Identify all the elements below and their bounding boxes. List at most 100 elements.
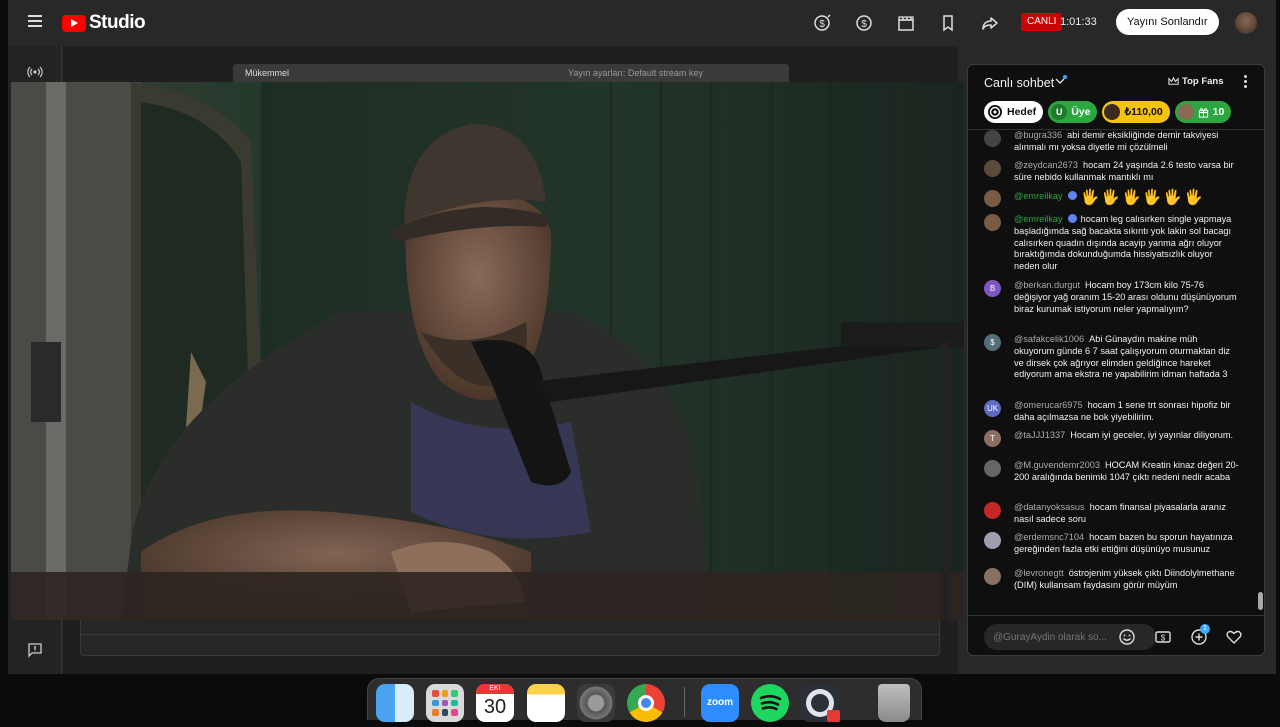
- chat-author[interactable]: @berkan.durgut: [1014, 280, 1080, 290]
- chat-author[interactable]: @zeydcan2673: [1014, 160, 1078, 170]
- calendar-icon[interactable]: EKİ 30: [476, 684, 514, 722]
- chat-message[interactable]: @emreilkay hocam leg calısırken single ya…: [984, 214, 1240, 273]
- member-chip[interactable]: U Üye: [1048, 101, 1098, 123]
- logo-text: Studio: [89, 12, 146, 33]
- chat-message-body: @emreilkay 🖐🖐🖐🖐🖐🖐: [1014, 190, 1240, 205]
- stream-health-status: Mükemmel: [245, 68, 290, 78]
- chat-author[interactable]: @erdemsnc7104: [1014, 532, 1084, 542]
- live-broadcast-icon[interactable]: [27, 64, 43, 80]
- gifts-chip[interactable]: 10: [1174, 101, 1232, 123]
- chat-message[interactable]: @emreilkay 🖐🖐🖐🖐🖐🖐: [984, 190, 1240, 207]
- zoom-icon[interactable]: zoom: [701, 684, 739, 722]
- notification-dot: [1063, 75, 1067, 79]
- chat-scrollbar[interactable]: [1258, 592, 1263, 610]
- end-stream-button[interactable]: Yayını Sonlandır: [1116, 9, 1219, 35]
- clapperboard-icon[interactable]: [896, 13, 916, 33]
- goal-chip[interactable]: Hedef: [984, 101, 1044, 123]
- svg-text:$: $: [819, 19, 825, 30]
- notes-icon[interactable]: [527, 684, 565, 722]
- share-icon[interactable]: [980, 13, 1000, 33]
- member-icon: U: [1051, 104, 1068, 120]
- chat-avatar[interactable]: B: [984, 280, 1001, 297]
- chat-message[interactable]: @M.guvendemr2003 HOCAM Kreatin kinaz değe…: [984, 460, 1240, 484]
- stream-details-panel: [80, 620, 940, 656]
- chat-input-area: $ 1: [968, 615, 1264, 655]
- chat-message[interactable]: @zeydcan2673 hocam 24 yaşında 2.6 testo v…: [984, 160, 1240, 184]
- chat-message-body: @berkan.durgut Hocam boy 173cm kilo 75-76…: [1014, 280, 1240, 315]
- chat-avatar[interactable]: UK: [984, 400, 1001, 417]
- menu-icon[interactable]: [28, 15, 42, 27]
- svg-text:$: $: [1161, 634, 1166, 643]
- live-chat-panel: Canlı sohbet Top Fans Hedef U Üye ₺110,0…: [967, 64, 1265, 656]
- chat-message-body: @omerucar6975 hocam 1 sene trt sonrası hi…: [1014, 400, 1240, 424]
- feedback-icon[interactable]: [27, 642, 43, 658]
- chat-message-body: @erdemsnc7104 hocam bazen bu sporun hayat…: [1014, 532, 1240, 556]
- chat-title[interactable]: Canlı sohbet: [984, 76, 1054, 90]
- chat-author[interactable]: @bugra336: [1014, 130, 1062, 140]
- studio-logo[interactable]: Studio: [62, 12, 146, 34]
- chat-avatar[interactable]: [984, 214, 1001, 231]
- macos-dock: EKİ 30 zoom: [367, 678, 922, 722]
- chat-message-body: @emreilkay hocam leg calısırken single ya…: [1014, 214, 1240, 273]
- obs-icon[interactable]: [801, 684, 840, 722]
- chat-avatar[interactable]: $: [984, 334, 1001, 351]
- chat-message[interactable]: @levronegtt östrojenim yüksek çıktı Diind…: [984, 568, 1240, 592]
- launchpad-icon[interactable]: [426, 684, 464, 722]
- gift-icon: [1198, 107, 1208, 118]
- chat-message[interactable]: @datanyoksasus hocam finansal piyasalarla…: [984, 502, 1240, 526]
- chat-avatar[interactable]: [984, 190, 1001, 207]
- chat-text: Hocam iyi geceler, iyi yayınlar diliyoru…: [1070, 430, 1234, 440]
- super-chat-send-icon[interactable]: $: [1154, 628, 1172, 646]
- chat-message[interactable]: T @taJJJ1337 Hocam iyi geceler, iyi yayınl…: [984, 430, 1240, 447]
- bookmark-icon[interactable]: [938, 13, 958, 33]
- chat-author[interactable]: @emreilkay: [1014, 191, 1063, 201]
- super-chat-chip[interactable]: ₺110,00: [1102, 101, 1170, 123]
- trash-icon[interactable]: [878, 684, 910, 722]
- add-reaction-icon[interactable]: 1: [1190, 624, 1210, 646]
- video-preview[interactable]: [11, 82, 964, 620]
- chat-avatar[interactable]: [984, 460, 1001, 477]
- top-bar: Studio $ $ CANLI 1:01:33 Yayını Sonlandı…: [8, 0, 1276, 46]
- dock-separator: [684, 687, 685, 717]
- chat-avatar[interactable]: [984, 568, 1001, 585]
- chat-author[interactable]: @M.guvendemr2003: [1014, 460, 1100, 470]
- member-badge-icon: [1067, 191, 1077, 200]
- emoji-icon[interactable]: [1118, 628, 1136, 646]
- more-options-icon[interactable]: [1241, 75, 1249, 89]
- super-chat-icon[interactable]: $: [854, 13, 874, 33]
- spotify-icon[interactable]: [751, 684, 789, 722]
- target-icon: [988, 105, 1002, 119]
- chat-message[interactable]: $ @safakcelik1006 Abi Günaydın makine müh …: [984, 334, 1240, 381]
- chat-author[interactable]: @emreilkay: [1014, 214, 1063, 224]
- youtube-studio-window: Studio $ $ CANLI 1:01:33 Yayını Sonlandı…: [8, 0, 1276, 674]
- live-timer: 1:01:33: [1060, 16, 1097, 28]
- chat-avatar[interactable]: [984, 160, 1001, 177]
- chat-message[interactable]: UK @omerucar6975 hocam 1 sene trt sonrası …: [984, 400, 1240, 424]
- heart-icon[interactable]: [1225, 628, 1243, 646]
- chat-author[interactable]: @omerucar6975: [1014, 400, 1083, 410]
- top-fans-button[interactable]: Top Fans: [1168, 76, 1224, 87]
- chat-avatar[interactable]: T: [984, 430, 1001, 447]
- chat-author[interactable]: @taJJJ1337: [1014, 430, 1065, 440]
- system-settings-icon[interactable]: [577, 684, 615, 722]
- chat-message[interactable]: @bugra336 abi demir eksikliğinde demir ta…: [984, 130, 1240, 154]
- chat-message[interactable]: B @berkan.durgut Hocam boy 173cm kilo 75-7…: [984, 280, 1240, 315]
- chat-author[interactable]: @safakcelik1006: [1014, 334, 1084, 344]
- chat-header: Canlı sohbet Top Fans: [968, 65, 1264, 99]
- chat-message[interactable]: @erdemsnc7104 hocam bazen bu sporun hayat…: [984, 532, 1240, 556]
- chat-avatar[interactable]: [984, 130, 1001, 147]
- gifts-count: 10: [1212, 106, 1225, 118]
- chat-author[interactable]: @levronegtt: [1014, 568, 1064, 578]
- gifter-avatar: [1177, 104, 1194, 120]
- account-avatar[interactable]: [1235, 12, 1257, 34]
- chat-avatar[interactable]: [984, 532, 1001, 549]
- calendar-month: EKİ: [476, 684, 514, 694]
- super-chat-amount: ₺110,00: [1124, 106, 1163, 118]
- chrome-icon[interactable]: [627, 684, 665, 722]
- youtube-logo-icon: [62, 14, 86, 32]
- finder-icon[interactable]: [376, 684, 414, 722]
- dollar-icon[interactable]: $: [812, 13, 832, 33]
- chat-author[interactable]: @datanyoksasus: [1014, 502, 1085, 512]
- chat-messages-list[interactable]: @bugra336 abi demir eksikliğinde demir ta…: [968, 129, 1264, 613]
- chat-avatar[interactable]: [984, 502, 1001, 519]
